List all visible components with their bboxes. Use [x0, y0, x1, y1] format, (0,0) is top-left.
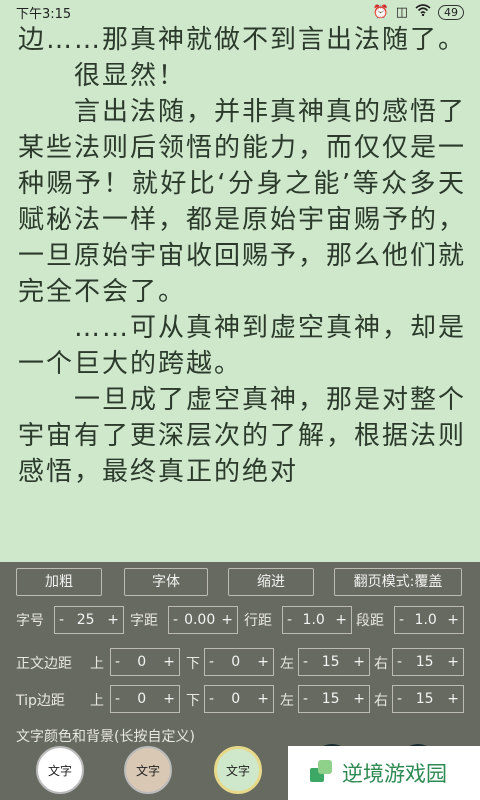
- swatch-label: 文字: [225, 763, 250, 778]
- tip-bottom-margin-stepper: - 0 +: [204, 685, 274, 713]
- tip-top-margin-value: 0: [137, 691, 147, 707]
- increase-button[interactable]: +: [447, 612, 459, 628]
- increase-button[interactable]: +: [447, 654, 459, 670]
- font-button[interactable]: 字体: [124, 568, 208, 596]
- wifi-icon: [415, 4, 431, 20]
- status-time: 下午3:15: [16, 6, 72, 22]
- increase-button[interactable]: +: [353, 691, 365, 707]
- paragraph-spacing-stepper: - 1.0 +: [394, 606, 464, 634]
- body-left-margin-stepper: - 15 +: [298, 648, 370, 676]
- increase-button[interactable]: +: [163, 691, 175, 707]
- tip-bottom-margin-value: 0: [231, 691, 241, 707]
- increase-button[interactable]: +: [163, 654, 175, 670]
- paragraph: 边……那真神就做不到言出法随了。: [18, 25, 467, 55]
- body-bottom-margin-value: 0: [231, 654, 241, 670]
- increase-button[interactable]: +: [447, 691, 459, 707]
- tip-left-margin-value: 15: [321, 691, 340, 707]
- reader-content[interactable]: 边……那真神就做不到言出法随了。 很显然！ 言出法随，并非真神真的感悟了某些法则…: [18, 22, 466, 490]
- right-label: 右: [374, 656, 388, 672]
- tip-left-margin-stepper: - 15 +: [298, 685, 370, 713]
- left-label: 左: [280, 656, 294, 672]
- watermark: 逆境游戏园: [288, 746, 480, 800]
- indent-button[interactable]: 缩进: [228, 568, 314, 596]
- swatch-label: 文字: [135, 763, 160, 778]
- paragraph: 一旦成了虚空真神，那是对整个宇宙有了更深层次的了解，根据法则感悟，最终真正的绝对: [18, 385, 467, 487]
- font-size-value: 25: [76, 612, 95, 628]
- font-size-stepper: - 25 +: [54, 606, 124, 634]
- top-label: 上: [90, 693, 104, 709]
- line-spacing-value: 1.0: [302, 612, 325, 628]
- swatch-label: 文字: [47, 763, 72, 778]
- battery-indicator: 49: [438, 4, 464, 20]
- status-icons: ⏰ ◫ 49: [373, 4, 464, 20]
- left-label: 左: [280, 693, 294, 709]
- page-mode-button[interactable]: 翻页模式:覆盖: [334, 568, 462, 596]
- right-label: 右: [374, 693, 388, 709]
- theme-swatch-white[interactable]: 文字: [36, 746, 84, 794]
- tip-top-margin-stepper: - 0 +: [110, 685, 180, 713]
- theme-swatch-green[interactable]: 文字: [214, 746, 262, 794]
- increase-button[interactable]: +: [107, 612, 119, 628]
- body-top-margin-value: 0: [137, 654, 147, 670]
- watermark-text: 逆境游戏园: [342, 762, 447, 786]
- watermark-logo-icon: [308, 758, 334, 789]
- tip-margin-label: Tip边距: [16, 693, 65, 709]
- bold-button[interactable]: 加粗: [16, 568, 102, 596]
- body-top-margin-stepper: - 0 +: [110, 648, 180, 676]
- body-bottom-margin-stepper: - 0 +: [204, 648, 274, 676]
- color-theme-title: 文字颜色和背景(长按自定义): [16, 729, 195, 745]
- alarm-icon: ⏰: [372, 4, 389, 20]
- bottom-label: 下: [186, 693, 200, 709]
- letter-spacing-stepper: - 0.00 +: [168, 606, 238, 634]
- body-margin-label: 正文边距: [16, 656, 72, 672]
- increase-button[interactable]: +: [221, 612, 233, 628]
- line-spacing-stepper: - 1.0 +: [282, 606, 352, 634]
- mute-icon: ◫: [395, 4, 408, 20]
- tip-right-margin-stepper: - 15 +: [392, 685, 464, 713]
- tip-right-margin-value: 15: [415, 691, 434, 707]
- theme-swatch-beige[interactable]: 文字: [124, 746, 172, 794]
- increase-button[interactable]: +: [257, 654, 269, 670]
- paragraph-spacing-label: 段距: [356, 613, 384, 629]
- increase-button[interactable]: +: [353, 654, 365, 670]
- letter-spacing-value: 0.00: [184, 612, 216, 628]
- top-label: 上: [90, 656, 104, 672]
- letter-spacing-label: 字距: [130, 613, 158, 629]
- font-size-label: 字号: [16, 613, 44, 629]
- body-right-margin-value: 15: [415, 654, 434, 670]
- paragraph: 很显然！: [74, 61, 187, 91]
- line-spacing-label: 行距: [244, 613, 272, 629]
- paragraph: 言出法随，并非真神真的感悟了某些法则后领悟的能力，而仅仅是一种赐予！就好比‘分身…: [18, 97, 467, 307]
- bottom-label: 下: [186, 656, 200, 672]
- status-bar: 下午3:15 ⏰ ◫ 49: [0, 0, 480, 24]
- increase-button[interactable]: +: [257, 691, 269, 707]
- paragraph-spacing-value: 1.0: [414, 612, 437, 628]
- increase-button[interactable]: +: [335, 612, 347, 628]
- body-right-margin-stepper: - 15 +: [392, 648, 464, 676]
- body-left-margin-value: 15: [321, 654, 340, 670]
- paragraph: ……可从真神到虚空真神，却是一个巨大的跨越。: [18, 313, 467, 379]
